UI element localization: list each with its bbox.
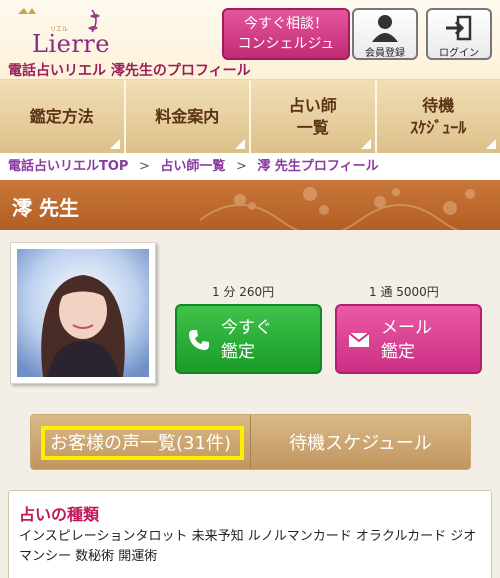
fortune-types-section: 占いの種類 インスピレーションタロット 未来予知 ルノルマンカード オラクルカー… bbox=[8, 490, 492, 578]
register-label: 会員登録 bbox=[365, 48, 405, 59]
register-button[interactable]: 会員登録 bbox=[352, 8, 418, 60]
main-nav: 鑑定方法 料金案内 占い師 一覧 待機 ｽｹｼﾞｭｰﾙ bbox=[0, 80, 500, 153]
mail-icon bbox=[348, 332, 370, 347]
corner-arrow-icon bbox=[235, 139, 245, 149]
breadcrumb-top-link[interactable]: 電話占いリエルTOP bbox=[8, 159, 128, 174]
call-price: 1 分 260円 bbox=[212, 285, 275, 299]
breadcrumb: 電話占いリエルTOP > 占い師一覧 > 澪 先生プロフィール bbox=[8, 155, 379, 174]
tab-schedule[interactable]: 待機スケジュール bbox=[250, 415, 470, 469]
profile-photo-frame bbox=[10, 242, 156, 384]
nav-item-method[interactable]: 鑑定方法 bbox=[0, 80, 126, 153]
call-now-button[interactable]: 今すぐ 鑑定 bbox=[175, 304, 322, 374]
profile-name-bar: 澪 先生 bbox=[0, 180, 500, 230]
concierge-button[interactable]: 今すぐ相談！ コンシェルジュ bbox=[222, 8, 350, 60]
call-button-line-1: 今すぐ bbox=[221, 318, 272, 338]
phone-icon bbox=[189, 330, 209, 350]
login-label: ログイン bbox=[439, 48, 479, 59]
nav-label: ｽｹｼﾞｭｰﾙ bbox=[410, 117, 467, 137]
mail-price: 1 通 5000円 bbox=[369, 285, 439, 299]
mail-button-line-2: 鑑定 bbox=[381, 342, 415, 362]
fortune-types-title: 占いの種類 bbox=[19, 505, 100, 524]
nav-item-fortune-tellers[interactable]: 占い師 一覧 bbox=[251, 80, 377, 153]
corner-arrow-icon bbox=[109, 139, 120, 149]
concierge-line-1: 今すぐ相談！ bbox=[244, 16, 328, 32]
login-button[interactable]: ログイン bbox=[426, 8, 492, 60]
concierge-line-2: コンシェルジュ bbox=[237, 36, 335, 52]
profile-tabs: お客様の声一覧(31件) 待機スケジュール bbox=[30, 414, 471, 470]
mail-consult-button[interactable]: メール 鑑定 bbox=[335, 304, 482, 374]
breadcrumb-current[interactable]: 澪 先生プロフィール bbox=[257, 159, 378, 174]
nav-label: 占い師 bbox=[288, 95, 337, 115]
user-icon bbox=[372, 15, 398, 42]
call-button-line-2: 鑑定 bbox=[221, 342, 255, 362]
nav-label: 料金案内 bbox=[155, 106, 220, 126]
site-logo[interactable]: リエル Lierre bbox=[14, 6, 109, 58]
page-title: 電話占いリエル 澪先生のプロフィール bbox=[8, 63, 251, 79]
fortune-teller-name: 澪 先生 bbox=[12, 196, 79, 220]
mail-button-line-1: メール bbox=[381, 318, 432, 338]
nav-item-pricing[interactable]: 料金案内 bbox=[126, 80, 251, 153]
header: リエル Lierre 電話占いリエル 澪先生のプロフィール 今すぐ相談！ コンシ… bbox=[0, 0, 500, 80]
logo-text: Lierre bbox=[32, 30, 110, 58]
login-icon bbox=[446, 15, 472, 41]
fortune-types-list: インスピレーションタロット 未来予知 ルノルマンカード オラクルカード ジオマン… bbox=[19, 529, 477, 564]
nav-item-schedule[interactable]: 待機 ｽｹｼﾞｭｰﾙ bbox=[377, 80, 500, 153]
corner-arrow-icon bbox=[360, 139, 371, 149]
tab-schedule-label: 待機スケジュール bbox=[289, 433, 432, 454]
floral-decoration bbox=[200, 187, 475, 230]
breadcrumb-list-link[interactable]: 占い師一覧 bbox=[160, 159, 225, 174]
profile-photo bbox=[17, 249, 149, 377]
corner-arrow-icon bbox=[486, 139, 496, 149]
tab-reviews[interactable]: お客様の声一覧(31件) bbox=[31, 415, 250, 469]
nav-label: 鑑定方法 bbox=[29, 106, 94, 126]
tab-reviews-label: お客様の声一覧(31件) bbox=[50, 433, 231, 454]
nav-label: 一覧 bbox=[296, 117, 329, 137]
breadcrumb-separator: > bbox=[235, 159, 247, 174]
breadcrumb-separator: > bbox=[138, 159, 150, 174]
nav-label: 待機 bbox=[422, 95, 455, 115]
